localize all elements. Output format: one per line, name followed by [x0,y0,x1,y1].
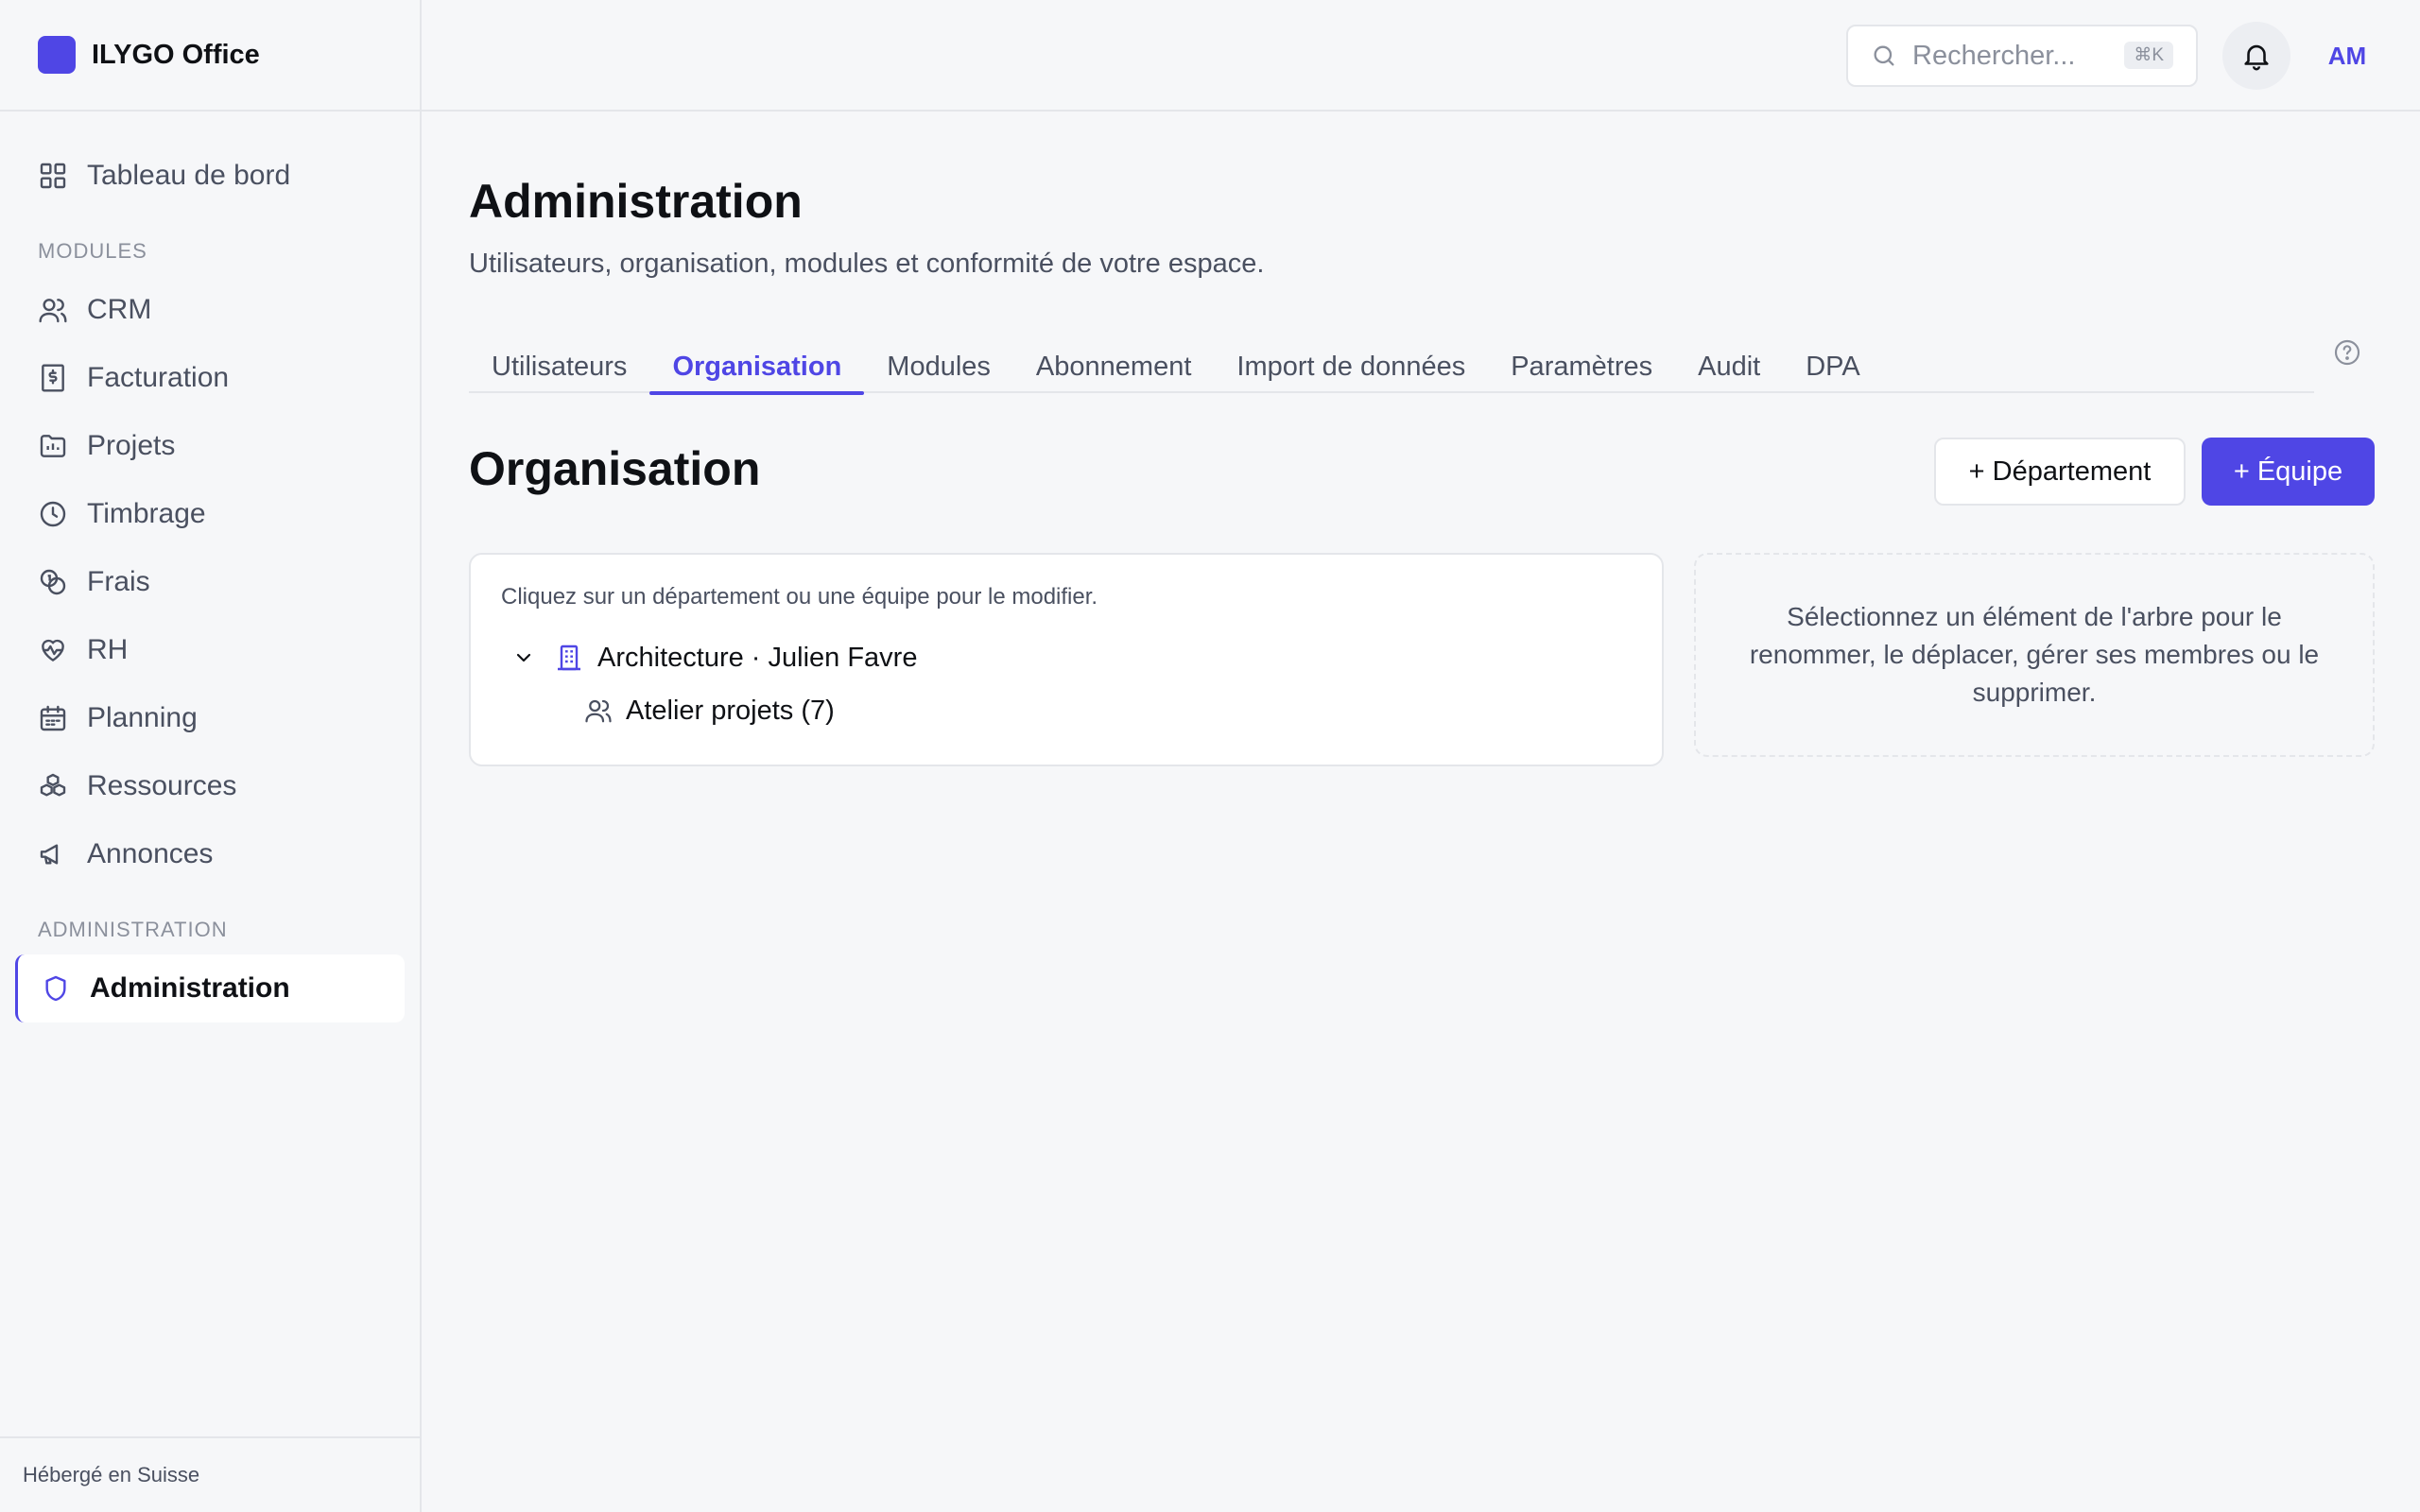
sidebar-item-label: RH [87,634,129,665]
calendar-icon [40,705,66,731]
team-name: Atelier projets (7) [626,695,835,726]
admin-tabs: Utilisateurs Organisation Modules Abonne… [469,321,2314,395]
sidebar-item-label: Projets [87,430,176,461]
clock-icon [40,501,66,527]
sidebar-item-annonces[interactable]: Annonces [0,820,420,888]
tab-abonnement[interactable]: Abonnement [1013,321,1214,393]
page-title: Administration [469,175,803,228]
building-icon [558,644,580,671]
brand-logo [38,36,76,74]
sidebar-item-label: CRM [87,294,152,325]
search-icon [1874,45,1894,66]
tab-parametres[interactable]: Paramètres [1488,321,1675,393]
heart-pulse-icon [42,639,64,662]
tab-import-de-donnees[interactable]: Import de données [1214,321,1488,393]
sidebar-item-label: Timbrage [87,498,206,529]
sidebar-item-label: Annonces [87,838,214,869]
grid-icon [40,163,66,189]
page-subtitle: Utilisateurs, organisation, modules et c… [469,249,1265,279]
sidebar-item-label: Planning [87,702,198,733]
bell-icon [2244,44,2269,71]
megaphone-icon [40,844,59,865]
users-icon [585,699,612,723]
org-tree-card: Cliquez sur un département ou une équipe… [469,553,1664,766]
coins-icon [40,569,66,595]
sidebar-item-rh[interactable]: RH [0,616,420,684]
tab-organisation[interactable]: Organisation [649,321,865,395]
sidebar-item-planning[interactable]: Planning [0,684,420,752]
section-title: Organisation [469,442,761,495]
chevron-down-icon[interactable] [512,646,535,669]
department-name: Architecture · Julien Favre [597,642,918,673]
boxes-icon [40,773,66,797]
tab-utilisateurs[interactable]: Utilisateurs [469,321,649,393]
sidebar-item-facturation[interactable]: Facturation [0,344,420,412]
sidebar-item-dashboard[interactable]: Tableau de bord [0,142,420,210]
tab-audit[interactable]: Audit [1675,321,1783,393]
search-input[interactable] [1912,40,2120,72]
sidebar-nav: Tableau de bord MODULES CRM Facturation … [0,112,420,1022]
empty-state-text: Sélectionnez un élément de l'arbre pour … [1749,602,2320,707]
sidebar-item-ressources[interactable]: Ressources [0,752,420,820]
tree-hint: Cliquez sur un département ou une équipe… [501,584,1098,610]
sidebar-item-label: Facturation [87,362,230,393]
sidebar-item-timbrage[interactable]: Timbrage [0,480,420,548]
sidebar: ILYGO Office Tableau de bord MODULES CRM… [0,0,422,1512]
brand[interactable]: ILYGO Office [0,0,420,112]
add-department-button[interactable]: + Département [1934,438,2186,506]
sidebar-item-administration[interactable]: Administration [15,954,405,1022]
app-name: ILYGO Office [92,39,260,70]
sidebar-item-label: Administration [90,972,290,1004]
sidebar-item-label: Tableau de bord [87,160,291,191]
sidebar-item-label: Ressources [87,770,237,801]
topbar: ⌘K AM [422,0,2420,112]
sidebar-item-frais[interactable]: Frais [0,548,420,616]
search-box[interactable]: ⌘K [1846,25,2198,87]
sidebar-item-label: Frais [87,566,150,597]
detail-empty-state: Sélectionnez un élément de l'arbre pour … [1694,553,2375,757]
invoice-icon [42,364,64,392]
tab-modules[interactable]: Modules [864,321,1013,393]
notifications-button[interactable] [2222,22,2290,90]
help-icon[interactable] [2332,337,2362,368]
modules-heading: MODULES [38,239,147,263]
tab-dpa[interactable]: DPA [1783,321,1882,393]
tree-team-row[interactable]: Atelier projets (7) [584,690,835,731]
tree-department-row[interactable]: Architecture · Julien Favre [512,637,917,679]
sidebar-item-projets[interactable]: Projets [0,412,420,480]
users-icon [39,299,67,323]
shortcut-badge: ⌘K [2124,42,2173,69]
avatar[interactable]: AM [2313,22,2381,90]
add-team-button[interactable]: + Équipe [2202,438,2375,506]
folder-icon [40,435,66,457]
sidebar-item-crm[interactable]: CRM [0,276,420,344]
hosting-note: Hébergé en Suisse [0,1436,420,1512]
shield-icon [45,975,66,1002]
administration-heading: ADMINISTRATION [38,918,228,941]
